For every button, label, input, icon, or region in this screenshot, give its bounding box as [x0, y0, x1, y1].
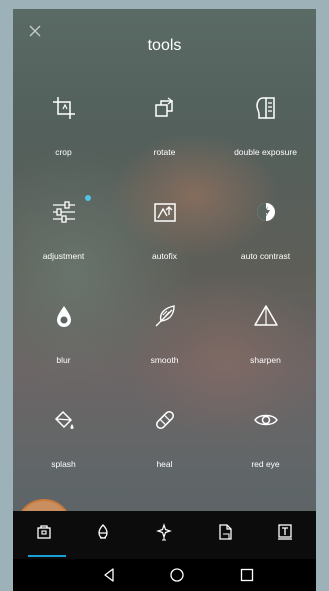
crop-icon [53, 97, 75, 119]
tool-red-eye[interactable]: red eye [215, 401, 316, 491]
tool-smooth[interactable]: smooth [114, 297, 215, 387]
tab-beautify[interactable] [134, 511, 194, 559]
auto-contrast-icon [257, 203, 275, 221]
new-badge [85, 195, 91, 201]
back-icon[interactable] [101, 567, 117, 583]
tool-rotate[interactable]: rotate [114, 89, 215, 179]
toolbox-icon [37, 525, 51, 539]
tool-label: blur [56, 355, 71, 365]
bandage-icon [156, 411, 174, 429]
feather-icon [155, 305, 175, 327]
home-icon[interactable] [169, 567, 185, 583]
text-icon [278, 524, 292, 540]
tool-heal[interactable]: heal [114, 401, 215, 491]
tab-stickers[interactable] [195, 511, 255, 559]
tool-label: auto contrast [240, 251, 291, 261]
tool-label: autofix [151, 251, 178, 261]
sharpen-icon [254, 305, 278, 326]
tool-sharpen[interactable]: sharpen [215, 297, 316, 387]
tool-auto-contrast[interactable]: auto contrast [215, 193, 316, 283]
sparkle-icon [156, 523, 172, 541]
tool-label: sharpen [250, 355, 281, 365]
sticker-icon [219, 524, 232, 540]
potion-icon [98, 524, 108, 539]
tool-label: crop [55, 147, 72, 157]
recents-icon[interactable] [239, 567, 255, 583]
tab-active-indicator [28, 555, 66, 557]
blur-icon [57, 306, 71, 327]
eye-icon [254, 414, 278, 426]
app-screen: tools crop rotate double exposure adjust… [13, 9, 316, 591]
autofix-icon [154, 203, 176, 222]
tool-label: adjustment [42, 251, 85, 261]
rotate-icon [155, 97, 173, 117]
tab-effects[interactable] [73, 511, 133, 559]
tool-autofix[interactable]: autofix [114, 193, 215, 283]
bottom-toolbar [13, 511, 316, 559]
tab-tools[interactable] [14, 511, 74, 559]
tool-label: smooth [150, 355, 179, 365]
paint-bucket-icon [54, 410, 74, 429]
page-title: tools [147, 37, 182, 54]
system-nav-bar [13, 559, 316, 591]
tool-label: heal [156, 459, 173, 469]
tool-splash[interactable]: splash [13, 401, 114, 491]
tool-label: splash [51, 459, 76, 469]
tool-crop[interactable]: crop [13, 89, 114, 179]
tool-label: rotate [153, 147, 176, 157]
tool-label: red eye [251, 459, 280, 469]
adjustment-icon [53, 201, 75, 223]
tool-double-exposure[interactable]: double exposure [215, 89, 316, 179]
tab-text[interactable] [255, 511, 315, 559]
tool-label: double exposure [234, 147, 297, 157]
tool-adjustment[interactable]: adjustment [13, 193, 114, 283]
tool-blur[interactable]: blur [13, 297, 114, 387]
double-exposure-icon [256, 97, 275, 119]
